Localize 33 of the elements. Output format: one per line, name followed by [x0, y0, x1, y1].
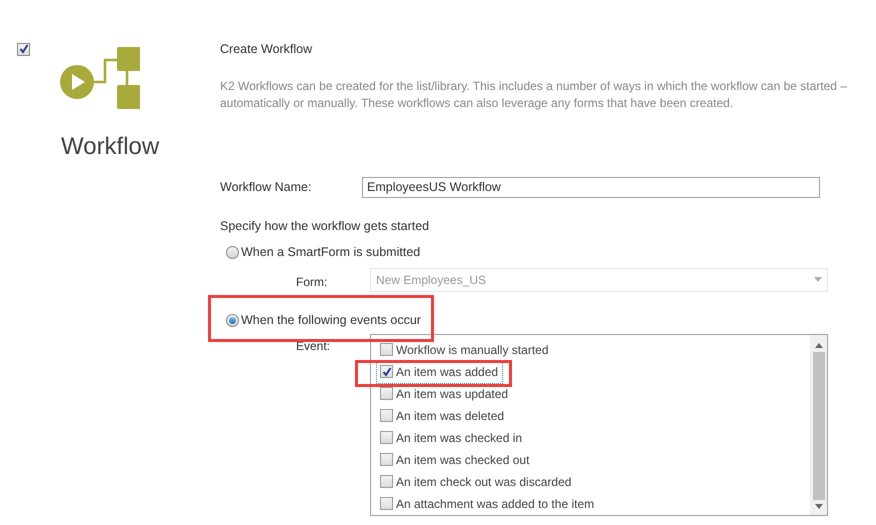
- radio-label[interactable]: When the following events occur: [241, 311, 421, 330]
- workflow-icon: [60, 45, 140, 109]
- description: K2 Workflows can be created for the list/library. This includes a number of ways in which the workflow can be started – automatically or manually. These workflows can also leverage any forms that have been created.: [220, 78, 848, 112]
- event-option[interactable]: An item was added: [377, 360, 502, 382]
- caret-icon: [814, 277, 822, 282]
- section-heading: Create Workflow: [220, 41, 314, 58]
- checkbox[interactable]: [380, 431, 393, 444]
- feature-title: Workflow: [61, 132, 160, 162]
- start-prompt: Specify how the workflow gets started: [220, 218, 430, 235]
- event-option[interactable]: An item was checked in: [377, 426, 526, 448]
- checkbox[interactable]: [17, 42, 30, 56]
- event-option[interactable]: An item was deleted: [377, 404, 508, 426]
- radio-button[interactable]: [226, 314, 239, 327]
- checkbox[interactable]: [380, 387, 393, 400]
- workflow-name-input[interactable]: EmployeesUS Workflow: [362, 176, 820, 198]
- event-option[interactable]: An item check out was discarded: [377, 470, 576, 492]
- checkbox[interactable]: [380, 475, 393, 488]
- scroll-down-icon[interactable]: [814, 504, 822, 508]
- checkbox[interactable]: [380, 343, 393, 356]
- scroll-thumb[interactable]: [812, 352, 824, 500]
- event-option[interactable]: An item was checked out: [377, 448, 534, 470]
- scrollbar[interactable]: [810, 334, 827, 514]
- checkbox[interactable]: [380, 497, 393, 510]
- checkbox[interactable]: [380, 409, 393, 422]
- field-label: Event:: [296, 338, 332, 354]
- event-option[interactable]: An attachment was added to the item: [377, 492, 598, 514]
- field-label: Form:: [296, 274, 328, 290]
- checkbox[interactable]: [380, 453, 393, 466]
- scroll-up-icon[interactable]: [814, 342, 822, 348]
- event-option[interactable]: Workflow is manually started: [377, 338, 552, 360]
- field-label: Workflow Name:: [220, 178, 312, 196]
- checkbox[interactable]: [380, 365, 393, 378]
- event-option[interactable]: An item was updated: [377, 382, 512, 404]
